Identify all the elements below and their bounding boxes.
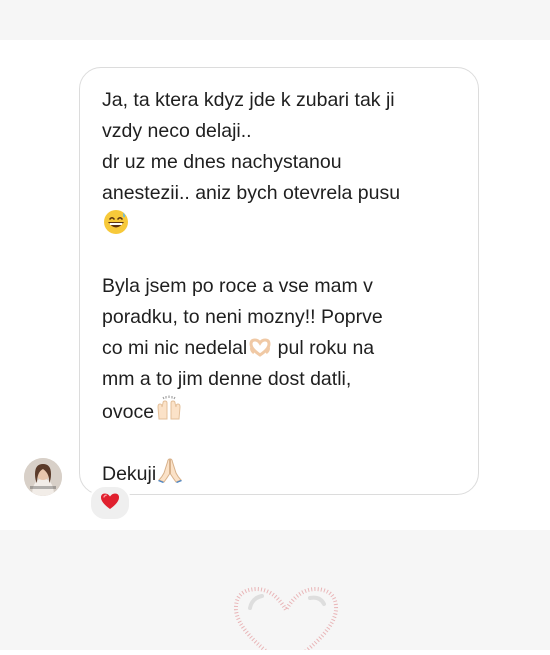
avatar[interactable] (24, 458, 62, 496)
top-band (0, 0, 550, 40)
message-line: vzdy neco delaji.. (102, 120, 252, 142)
outline-heart-icon (226, 578, 346, 655)
message-text: Dekuji (102, 463, 157, 485)
message-line: poradku, to neni mozny!! Poprve (102, 306, 383, 328)
message-text: ovoce (102, 401, 155, 423)
message-bubble[interactable]: Ja, ta ktera kdyz jde k zubari tak ji vz… (79, 67, 479, 495)
message-text: pul roku na (272, 337, 375, 359)
message-line: Byla jsem po roce a vse mam v (102, 275, 373, 297)
grinning-sweat-emoji-icon (103, 209, 129, 245)
message-text: co mi nic nedelal (102, 337, 248, 359)
message-line: anestezii.. aniz bych otevrela pusu (102, 182, 401, 204)
heart-hands-emoji-icon (248, 336, 272, 367)
folded-hands-emoji-icon (157, 457, 183, 493)
emoji-line (102, 209, 464, 240)
message-line-with-emoji: Dekuji (102, 457, 464, 488)
red-heart-icon (100, 492, 120, 515)
raising-hands-emoji-icon (155, 395, 183, 431)
message-line: Ja, ta ktera kdyz jde k zubari tak ji (102, 89, 395, 111)
message-line: dr uz me dnes nachystanou (102, 151, 342, 173)
message-line-with-emoji: ovoce (102, 395, 464, 426)
message-line-with-emoji: co mi nic nedelal pul roku na (102, 333, 464, 364)
heart-reaction[interactable] (89, 485, 131, 521)
message-line: mm a to jim denne dost datli, (102, 368, 352, 390)
